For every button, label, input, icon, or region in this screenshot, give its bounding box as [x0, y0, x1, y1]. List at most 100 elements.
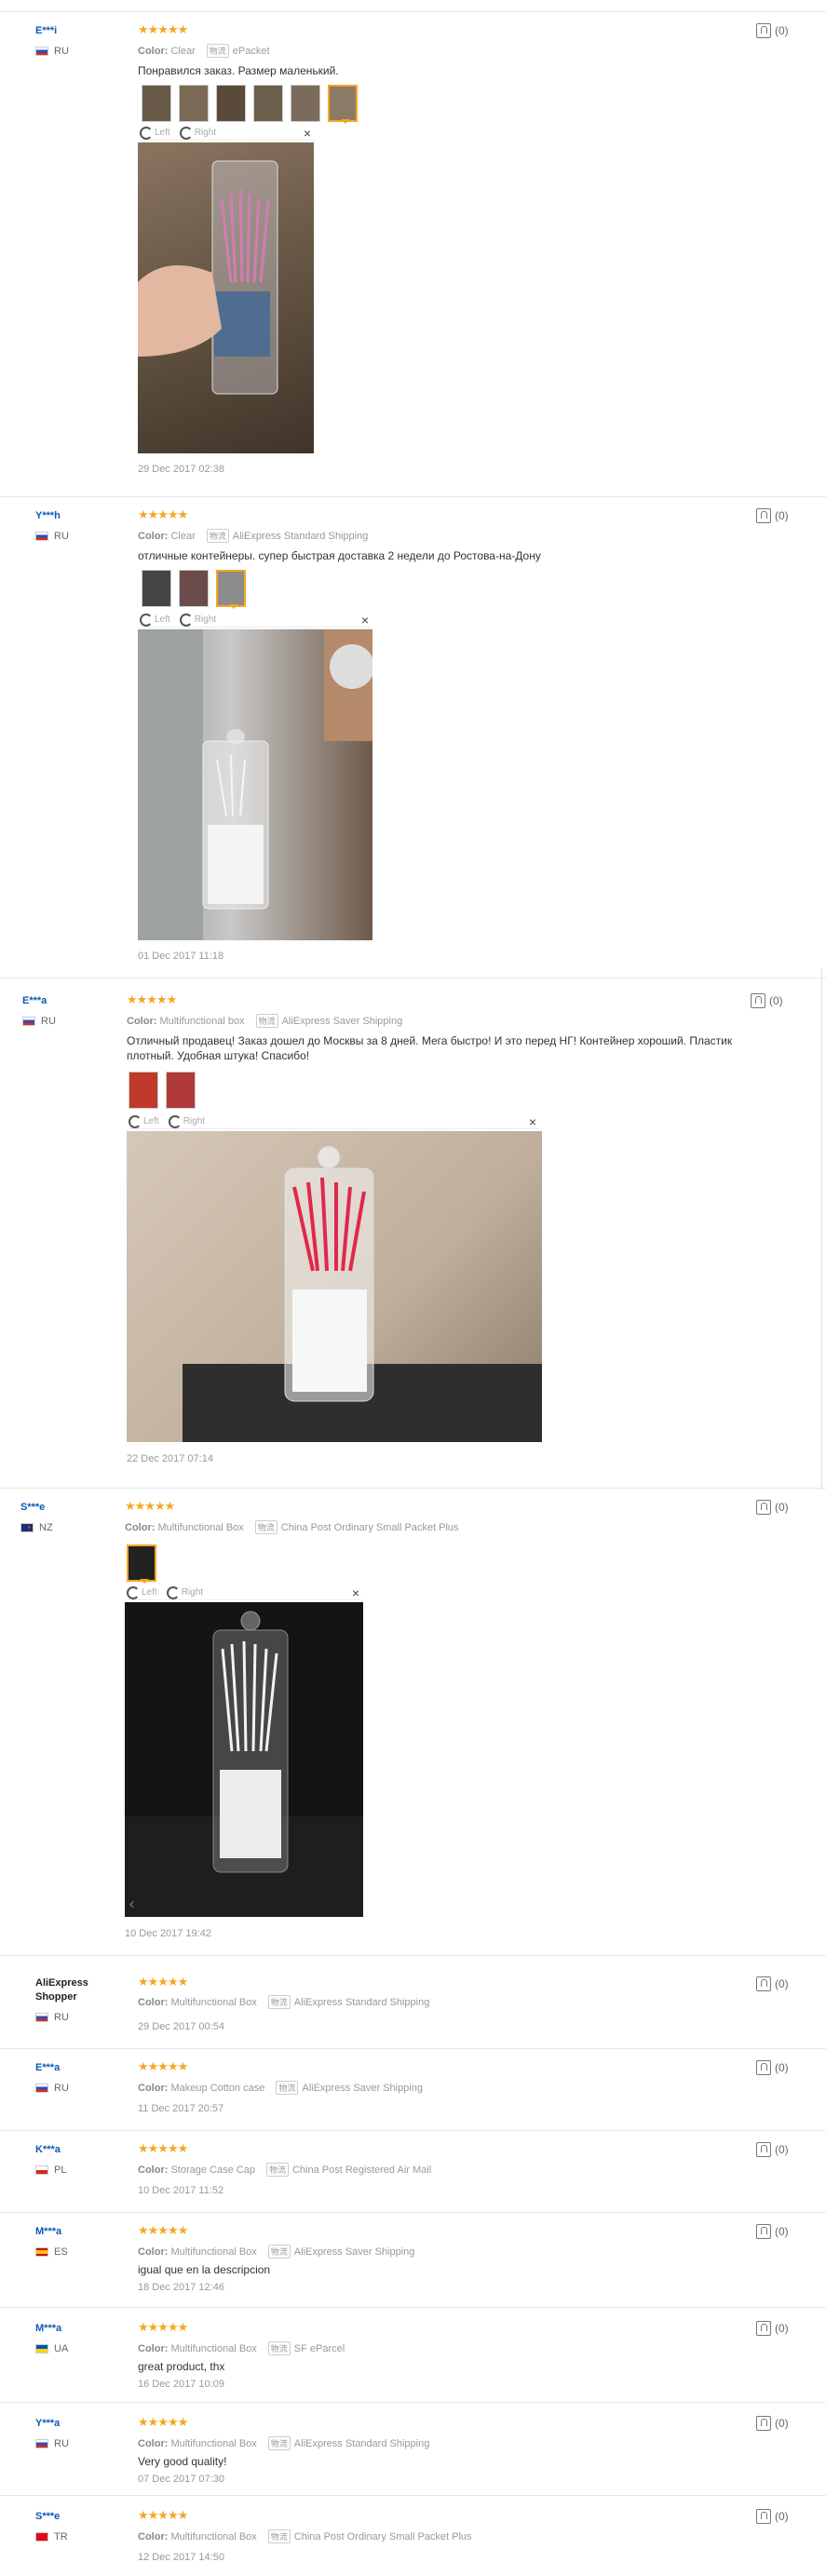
reviewer-country: NZ	[20, 1522, 53, 1533]
review-item: AliExpress Shopper RU ★★★★★ Color: Multif…	[0, 1955, 826, 2048]
rotate-right-button[interactable]: Right	[179, 613, 216, 627]
rotate-left-icon	[129, 1114, 142, 1128]
review-date: 07 Dec 2017 07:30	[138, 2474, 224, 2485]
rating-stars: ★★★★★	[138, 2059, 188, 2073]
flag-icon	[22, 1017, 35, 1026]
reviewer-name[interactable]: E***a	[22, 995, 47, 1006]
review-item: Y***a RU ★★★★★ Color: Multifunctional Bo…	[0, 2402, 826, 2495]
photo-thumbnail[interactable]	[166, 1072, 196, 1109]
thumbs-up-icon	[756, 2509, 771, 2524]
shipping-icon: 物流	[255, 1014, 278, 1028]
photo-viewer-toolbar: Left Right ×	[140, 126, 315, 141]
shipping-icon: 物流	[267, 2245, 291, 2259]
thumbs-up-icon	[756, 508, 771, 523]
order-info: Color: Makeup Cotton case 物流 AliExpress Sa…	[138, 2081, 423, 2095]
rating-stars: ★★★★★	[138, 22, 188, 36]
order-info: Color: Multifunctional Box 物流 AliExpress S…	[138, 1995, 430, 2009]
review-photo[interactable]	[138, 142, 314, 453]
helpful-button[interactable]: (0)	[756, 1976, 789, 1991]
rating-stars: ★★★★★	[125, 1499, 175, 1513]
rating-stars: ★★★★★	[138, 507, 188, 521]
rotate-left-button[interactable]: Left	[129, 1114, 159, 1128]
photo-thumbnail[interactable]	[142, 570, 171, 607]
photo-viewer-toolbar: Left Right ×	[127, 1585, 363, 1600]
close-icon[interactable]: ×	[361, 613, 369, 627]
helpful-button[interactable]: (0)	[756, 2142, 789, 2157]
helpful-button[interactable]: (0)	[756, 1500, 789, 1515]
photo-thumbnail-selected[interactable]	[216, 570, 246, 609]
review-date: 11 Dec 2017 20:57	[138, 2103, 224, 2114]
reviewer-name[interactable]: S***e	[35, 2511, 60, 2522]
photo-thumbnails	[127, 1544, 156, 1584]
helpful-button[interactable]: (0)	[756, 2416, 789, 2431]
photo-thumbnail[interactable]	[129, 1072, 158, 1109]
reviewer-country: ES	[35, 2246, 68, 2258]
thumbs-up-icon	[751, 993, 765, 1008]
thumbs-up-icon	[756, 2416, 771, 2431]
reviewer-name[interactable]: M***a	[35, 2323, 61, 2334]
flag-icon	[35, 2013, 48, 2022]
review-text: igual que en la descripcion	[138, 2263, 271, 2276]
reviewer-name[interactable]: AliExpress Shopper	[35, 1976, 88, 2004]
helpful-button[interactable]: (0)	[756, 2321, 789, 2336]
reviewer-name[interactable]: S***e	[20, 1502, 45, 1513]
photo-thumbnail[interactable]	[253, 85, 283, 122]
shipping-icon: 物流	[254, 1520, 278, 1534]
reviewer-country: UA	[35, 2343, 68, 2354]
order-info: Color: Clear 物流 ePacket	[138, 44, 270, 58]
reviewer-name[interactable]: E***i	[35, 25, 57, 36]
photo-thumbnail-selected[interactable]	[127, 1544, 156, 1584]
rotate-right-button[interactable]: Right	[179, 126, 216, 140]
reviewer-country: RU	[35, 2012, 69, 2023]
shipping-icon: 物流	[267, 2341, 291, 2355]
close-icon[interactable]: ×	[529, 1114, 536, 1129]
rotate-left-button[interactable]: Left	[140, 613, 170, 627]
flag-icon	[35, 2532, 48, 2542]
flag-icon	[35, 47, 48, 56]
reviewer-name[interactable]: E***a	[35, 2062, 60, 2073]
helpful-button[interactable]: (0)	[756, 23, 789, 38]
reviewer-name[interactable]: K***a	[35, 2144, 61, 2155]
shipping-icon: 物流	[267, 2436, 291, 2450]
scrollbar[interactable]	[821, 968, 822, 1490]
photo-thumbnail[interactable]	[179, 570, 209, 607]
rotate-left-button[interactable]: Left	[140, 126, 170, 140]
photo-thumbnail[interactable]	[179, 85, 209, 122]
photo-thumbnail[interactable]	[142, 85, 171, 122]
reviewer-name[interactable]: M***a	[35, 2226, 61, 2237]
review-item: M***a ES ★★★★★ Color: Multifunctional Bo…	[0, 2212, 826, 2307]
photo-thumbnail[interactable]	[216, 85, 246, 122]
order-info: Color: Multifunctional Box 物流 China Post O…	[138, 2529, 472, 2543]
rotate-right-icon	[179, 613, 193, 627]
rotate-right-button[interactable]: Right	[166, 1585, 203, 1599]
review-photo[interactable]	[127, 1131, 542, 1442]
photo-thumbnail-selected[interactable]	[328, 85, 358, 124]
rotate-left-button[interactable]: Left	[127, 1585, 157, 1599]
rating-stars: ★★★★★	[138, 1975, 188, 1989]
photo-thumbnail[interactable]	[291, 85, 320, 122]
rotate-left-icon	[140, 613, 153, 627]
helpful-button[interactable]: (0)	[756, 2224, 789, 2239]
helpful-button[interactable]: (0)	[751, 993, 783, 1008]
rotate-left-icon	[127, 1585, 140, 1599]
review-photo[interactable]: ‹	[125, 1602, 363, 1917]
reviewer-name[interactable]: Y***a	[35, 2418, 60, 2429]
flag-icon	[35, 2084, 48, 2093]
photo-image: ‹	[125, 1611, 363, 1917]
close-icon[interactable]: ×	[352, 1585, 359, 1600]
review-photo[interactable]	[138, 629, 372, 940]
flag-icon	[20, 1523, 34, 1532]
helpful-button[interactable]: (0)	[756, 2509, 789, 2524]
thumbs-up-icon	[756, 1500, 771, 1515]
close-icon[interactable]: ×	[304, 126, 311, 141]
helpful-button[interactable]: (0)	[756, 508, 789, 523]
helpful-button[interactable]: (0)	[756, 2060, 789, 2075]
photo-thumbnails	[129, 1072, 196, 1109]
rotate-right-button[interactable]: Right	[168, 1114, 205, 1128]
rating-stars: ★★★★★	[138, 2415, 188, 2429]
photo-thumbnails	[142, 570, 246, 609]
photo-image	[138, 629, 372, 940]
photo-image	[138, 160, 278, 395]
thumbs-up-icon	[756, 2224, 771, 2239]
reviewer-name[interactable]: Y***h	[35, 510, 61, 521]
